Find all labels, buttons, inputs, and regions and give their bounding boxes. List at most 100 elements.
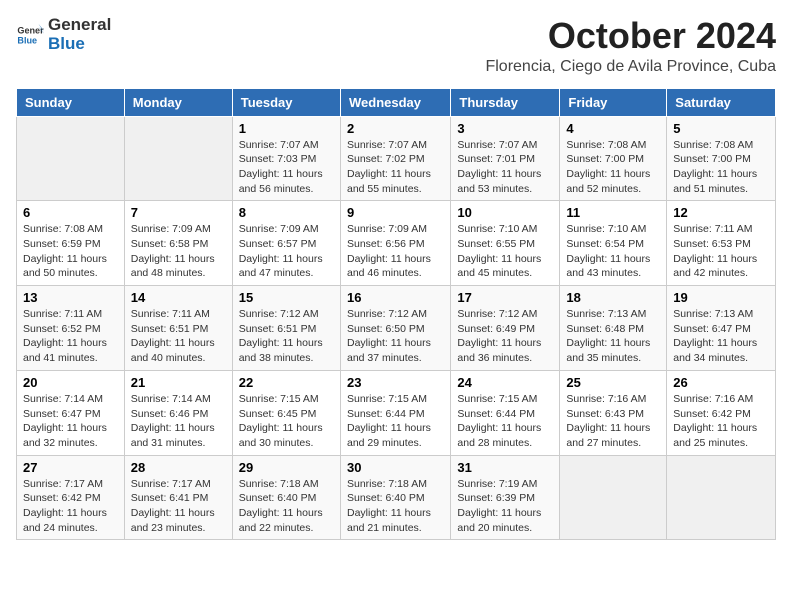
day-info: Sunrise: 7:08 AMSunset: 6:59 PMDaylight:… [23,222,118,281]
calendar-cell: 25 Sunrise: 7:16 AMSunset: 6:43 PMDayligh… [560,370,667,455]
day-number: 2 [347,121,444,136]
day-number: 6 [23,205,118,220]
day-number: 14 [131,290,226,305]
day-info: Sunrise: 7:17 AMSunset: 6:41 PMDaylight:… [131,477,226,536]
day-info: Sunrise: 7:14 AMSunset: 6:47 PMDaylight:… [23,392,118,451]
day-info: Sunrise: 7:09 AMSunset: 6:58 PMDaylight:… [131,222,226,281]
weekday-header-friday: Friday [560,88,667,116]
calendar-cell: 16 Sunrise: 7:12 AMSunset: 6:50 PMDayligh… [340,286,450,371]
day-number: 28 [131,460,226,475]
day-number: 11 [566,205,660,220]
calendar-cell: 31Sunrise: 7:19 AMSunset: 6:39 PMDayligh… [451,455,560,540]
calendar-cell: 28 Sunrise: 7:17 AMSunset: 6:41 PMDayligh… [124,455,232,540]
svg-text:Blue: Blue [17,35,37,45]
calendar-cell: 8 Sunrise: 7:09 AMSunset: 6:57 PMDaylight… [232,201,340,286]
calendar-week-row: 27 Sunrise: 7:17 AMSunset: 6:42 PMDayligh… [17,455,776,540]
day-info: Sunrise: 7:14 AMSunset: 6:46 PMDaylight:… [131,392,226,451]
day-number: 16 [347,290,444,305]
weekday-header-row: SundayMondayTuesdayWednesdayThursdayFrid… [17,88,776,116]
day-info: Sunrise: 7:15 AMSunset: 6:44 PMDaylight:… [347,392,444,451]
day-info: Sunrise: 7:09 AMSunset: 6:57 PMDaylight:… [239,222,334,281]
weekday-header-thursday: Thursday [451,88,560,116]
day-info: Sunrise: 7:09 AMSunset: 6:56 PMDaylight:… [347,222,444,281]
day-info: Sunrise: 7:16 AMSunset: 6:43 PMDaylight:… [566,392,660,451]
day-info: Sunrise: 7:13 AMSunset: 6:48 PMDaylight:… [566,307,660,366]
day-number: 19 [673,290,769,305]
calendar-cell: 14 Sunrise: 7:11 AMSunset: 6:51 PMDayligh… [124,286,232,371]
day-info: Sunrise: 7:12 AMSunset: 6:51 PMDaylight:… [239,307,334,366]
calendar-cell: 3 Sunrise: 7:07 AMSunset: 7:01 PMDaylight… [451,116,560,201]
calendar-cell: 26 Sunrise: 7:16 AMSunset: 6:42 PMDayligh… [667,370,776,455]
calendar-cell: 2Sunrise: 7:07 AMSunset: 7:02 PMDaylight… [340,116,450,201]
day-number: 29 [239,460,334,475]
day-number: 30 [347,460,444,475]
day-info: Sunrise: 7:17 AMSunset: 6:42 PMDaylight:… [23,477,118,536]
calendar-cell: 24 Sunrise: 7:15 AMSunset: 6:44 PMDayligh… [451,370,560,455]
day-info: Sunrise: 7:08 AMSunset: 7:00 PMDaylight:… [566,138,660,197]
logo-icon: General Blue [16,21,44,49]
day-info: Sunrise: 7:10 AMSunset: 6:54 PMDaylight:… [566,222,660,281]
day-number: 8 [239,205,334,220]
calendar-cell: 12 Sunrise: 7:11 AMSunset: 6:53 PMDayligh… [667,201,776,286]
day-info: Sunrise: 7:12 AMSunset: 6:50 PMDaylight:… [347,307,444,366]
day-number: 12 [673,205,769,220]
calendar-cell [17,116,125,201]
day-number: 20 [23,375,118,390]
day-number: 9 [347,205,444,220]
day-number: 22 [239,375,334,390]
calendar-cell [667,455,776,540]
calendar-cell: 17Sunrise: 7:12 AMSunset: 6:49 PMDayligh… [451,286,560,371]
location-title: Florencia, Ciego de Avila Province, Cuba [485,58,776,76]
logo-general: General [48,16,111,35]
calendar-cell: 18 Sunrise: 7:13 AMSunset: 6:48 PMDayligh… [560,286,667,371]
calendar-cell: 7 Sunrise: 7:09 AMSunset: 6:58 PMDaylight… [124,201,232,286]
calendar-cell: 22 Sunrise: 7:15 AMSunset: 6:45 PMDayligh… [232,370,340,455]
calendar-cell: 9 Sunrise: 7:09 AMSunset: 6:56 PMDaylight… [340,201,450,286]
calendar-week-row: 6 Sunrise: 7:08 AMSunset: 6:59 PMDaylight… [17,201,776,286]
day-number: 31 [457,460,553,475]
day-number: 7 [131,205,226,220]
weekday-header-tuesday: Tuesday [232,88,340,116]
calendar-cell: 11 Sunrise: 7:10 AMSunset: 6:54 PMDayligh… [560,201,667,286]
day-number: 26 [673,375,769,390]
day-info: Sunrise: 7:11 AMSunset: 6:52 PMDaylight:… [23,307,118,366]
calendar-cell: 1Sunrise: 7:07 AMSunset: 7:03 PMDaylight… [232,116,340,201]
day-info: Sunrise: 7:15 AMSunset: 6:45 PMDaylight:… [239,392,334,451]
calendar-cell [124,116,232,201]
calendar-cell: 15 Sunrise: 7:12 AMSunset: 6:51 PMDayligh… [232,286,340,371]
day-number: 13 [23,290,118,305]
day-number: 24 [457,375,553,390]
calendar-cell: 23 Sunrise: 7:15 AMSunset: 6:44 PMDayligh… [340,370,450,455]
weekday-header-saturday: Saturday [667,88,776,116]
weekday-header-sunday: Sunday [17,88,125,116]
day-info: Sunrise: 7:07 AMSunset: 7:01 PMDaylight:… [457,138,553,197]
day-info: Sunrise: 7:15 AMSunset: 6:44 PMDaylight:… [457,392,553,451]
day-number: 3 [457,121,553,136]
day-info: Sunrise: 7:11 AMSunset: 6:51 PMDaylight:… [131,307,226,366]
day-number: 15 [239,290,334,305]
day-number: 25 [566,375,660,390]
calendar-table: SundayMondayTuesdayWednesdayThursdayFrid… [16,88,776,541]
month-title: October 2024 [485,16,776,56]
day-number: 18 [566,290,660,305]
day-number: 1 [239,121,334,136]
calendar-cell: 19Sunrise: 7:13 AMSunset: 6:47 PMDayligh… [667,286,776,371]
day-number: 21 [131,375,226,390]
calendar-cell: 21 Sunrise: 7:14 AMSunset: 6:46 PMDayligh… [124,370,232,455]
day-info: Sunrise: 7:11 AMSunset: 6:53 PMDaylight:… [673,222,769,281]
calendar-cell: 5Sunrise: 7:08 AMSunset: 7:00 PMDaylight… [667,116,776,201]
day-number: 5 [673,121,769,136]
calendar-cell: 27 Sunrise: 7:17 AMSunset: 6:42 PMDayligh… [17,455,125,540]
day-info: Sunrise: 7:16 AMSunset: 6:42 PMDaylight:… [673,392,769,451]
calendar-week-row: 13 Sunrise: 7:11 AMSunset: 6:52 PMDayligh… [17,286,776,371]
day-number: 27 [23,460,118,475]
day-info: Sunrise: 7:10 AMSunset: 6:55 PMDaylight:… [457,222,553,281]
calendar-cell: 10Sunrise: 7:10 AMSunset: 6:55 PMDayligh… [451,201,560,286]
page-header: General Blue General Blue October 2024 F… [16,16,776,76]
calendar-cell: 29Sunrise: 7:18 AMSunset: 6:40 PMDayligh… [232,455,340,540]
calendar-cell: 4Sunrise: 7:08 AMSunset: 7:00 PMDaylight… [560,116,667,201]
calendar-cell: 13 Sunrise: 7:11 AMSunset: 6:52 PMDayligh… [17,286,125,371]
calendar-cell [560,455,667,540]
logo-blue: Blue [48,35,111,54]
day-number: 23 [347,375,444,390]
